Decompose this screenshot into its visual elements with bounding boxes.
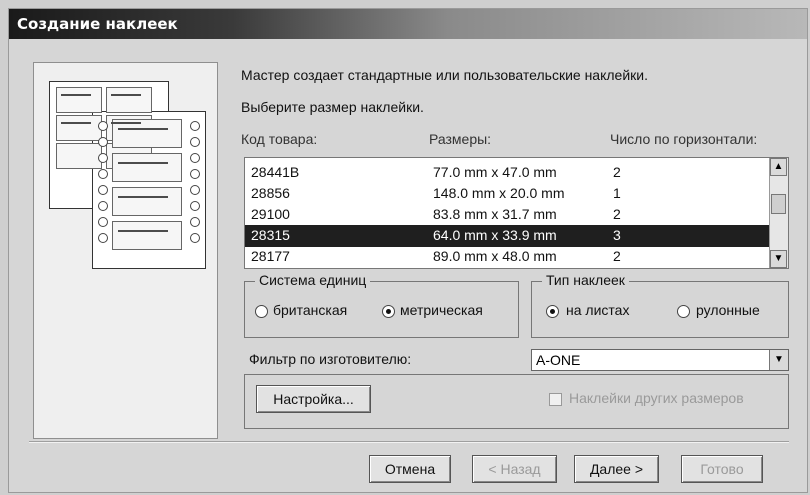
count-cell: 2 [613,206,621,222]
list-scrollbar[interactable]: ▲ ▼ [769,158,788,268]
cancel-button[interactable]: Отмена [369,455,451,483]
perforation [190,169,200,179]
manufacturer-filter-select[interactable]: A-ONE ▼ [531,349,789,371]
scroll-thumb[interactable] [771,194,786,214]
sheets-label[interactable]: на листах [566,302,629,318]
illustration-line [61,94,91,96]
perforation [190,201,200,211]
size-cell: 148.0 mm x 20.0 mm [433,185,565,201]
label-cell [56,143,102,169]
code-cell: 28315 [251,227,290,243]
intro-line-1: Мастер создает стандартные или пользоват… [241,67,648,83]
chevron-down-icon[interactable]: ▼ [769,350,788,370]
british-label[interactable]: британская [273,302,347,318]
rolls-radio[interactable] [677,305,690,318]
perforation [190,137,200,147]
illustration-line [111,94,141,96]
perforation [190,153,200,163]
size-cell: 89.0 mm x 48.0 mm [433,248,557,264]
label-cell [106,87,152,113]
other-sizes-label: Наклейки других размеров [569,390,744,406]
illustration-line [118,230,168,232]
code-cell: 28441B [251,164,300,180]
back-button[interactable]: < Назад [472,455,557,483]
illustration-line [118,196,168,198]
label-cell [56,115,102,141]
count-cell: 3 [613,227,621,243]
label-wizard-window: Создание наклеек Мастер создает стандарт… [8,8,808,493]
label-type-legend: Тип наклеек [542,272,629,288]
header-code: Код товара: [241,131,318,147]
label-cell [56,87,102,113]
footer-divider [29,441,789,443]
units-legend: Система единиц [255,272,371,288]
code-cell: 29100 [251,206,290,222]
perforation [190,233,200,243]
table-row[interactable]: 28441B 77.0 mm x 47.0 mm 2 [245,162,771,184]
label-product-list[interactable]: 28441B 77.0 mm x 47.0 mm 2 28856 148.0 m… [244,157,789,269]
size-cell: 77.0 mm x 47.0 mm [433,164,557,180]
header-size: Размеры: [429,131,492,147]
illustration-line [61,122,91,124]
manufacturer-filter-label: Фильтр по изготовителю: [249,351,412,367]
perforation [190,121,200,131]
label-cell [112,187,182,216]
label-type-group: Тип наклеек на листах рулонные [531,272,789,338]
table-row[interactable]: 28177 89.0 mm x 48.0 mm 2 [245,246,771,268]
code-cell: 28177 [251,248,290,264]
header-count: Число по горизонтали: [610,131,758,147]
other-sizes-checkbox[interactable] [549,393,562,406]
perforation [98,185,108,195]
intro-line-2: Выберите размер наклейки. [241,99,424,115]
count-cell: 2 [613,248,621,264]
perforation [98,137,108,147]
table-row[interactable]: 28856 148.0 mm x 20.0 mm 1 [245,183,771,205]
illustration-line [118,162,168,164]
label-cell [112,153,182,182]
perforation [98,201,108,211]
units-group: Система единиц британская метрическая [244,272,519,338]
perforation [98,217,108,227]
perforation [98,169,108,179]
manufacturer-filter-value: A-ONE [536,352,581,368]
label-sheet-illustration [33,62,218,439]
illustration-line [111,122,141,124]
rolls-label[interactable]: рулонные [696,302,760,318]
sheets-radio[interactable] [546,305,559,318]
perforation [98,233,108,243]
settings-button[interactable]: Настройка... [256,385,371,413]
perforation [190,185,200,195]
window-title: Создание наклеек [17,15,178,33]
count-cell: 1 [613,185,621,201]
count-cell: 2 [613,164,621,180]
window-titlebar: Создание наклеек [9,9,807,39]
label-cell [112,221,182,250]
size-cell: 83.8 mm x 31.7 mm [433,206,557,222]
perforation [98,121,108,131]
illustration-line [118,128,168,130]
table-row[interactable]: 29100 83.8 mm x 31.7 mm 2 [245,204,771,226]
perforation [98,153,108,163]
scroll-down-icon[interactable]: ▼ [770,250,787,268]
metric-radio[interactable] [382,305,395,318]
finish-button[interactable]: Готово [681,455,763,483]
selected-table-row[interactable]: 28315 64.0 mm x 33.9 mm 3 [245,225,771,247]
perforation [190,217,200,227]
scroll-up-icon[interactable]: ▲ [770,158,787,176]
code-cell: 28856 [251,185,290,201]
size-cell: 64.0 mm x 33.9 mm [433,227,557,243]
british-radio[interactable] [255,305,268,318]
next-button[interactable]: Далее > [574,455,659,483]
metric-label[interactable]: метрическая [400,302,483,318]
